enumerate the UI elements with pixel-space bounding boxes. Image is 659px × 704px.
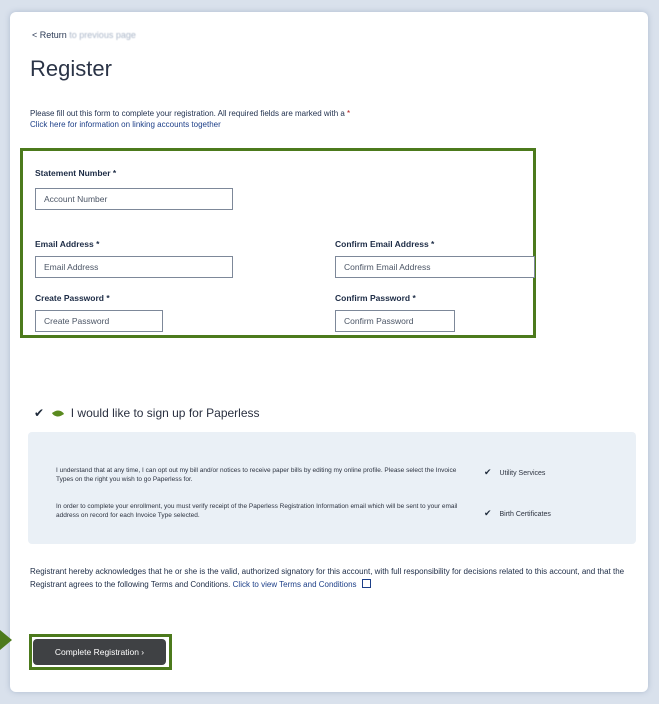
paperless-label: I would like to sign up for Paperless	[70, 406, 260, 420]
service-option-birth-certificates[interactable]: ✔ Birth Certificates	[484, 508, 551, 519]
email-label: Email Address *	[35, 239, 100, 249]
checkmark-icon: ✔	[484, 508, 492, 518]
create-password-input[interactable]: Create Password	[35, 310, 163, 332]
linking-accounts-link[interactable]: Click here for information on linking ac…	[30, 119, 350, 130]
checkmark-icon: ✔	[34, 406, 45, 420]
create-password-label: Create Password *	[35, 293, 110, 303]
complete-registration-button[interactable]: Complete Registration ›	[33, 639, 166, 665]
service-option-utility[interactable]: ✔ Utility Services	[484, 467, 545, 478]
intro-text-block: Please fill out this form to complete yo…	[30, 108, 350, 130]
required-mark: *	[347, 109, 351, 118]
registration-card: < Return to previous page Register Pleas…	[10, 12, 648, 692]
service-label: Utility Services	[499, 470, 546, 477]
opt-out-info-text: I understand that at any time, I can opt…	[56, 467, 457, 483]
return-link[interactable]: < Return to previous page	[32, 30, 136, 40]
page-title: Register	[30, 56, 112, 81]
confirm-password-input[interactable]: Confirm Password	[335, 310, 455, 332]
intro-line: Please fill out this form to complete yo…	[30, 108, 350, 119]
paperless-info-panel: I understand that at any time, I can opt…	[28, 432, 636, 544]
email-input[interactable]: Email Address	[35, 256, 233, 278]
service-label: Birth Certificates	[499, 511, 551, 518]
paperless-checkbox[interactable]: ✔ I would like to sign up for Paperless	[34, 406, 260, 420]
acknowledgement-text: Registrant hereby acknowledges that he o…	[30, 566, 630, 591]
account-form-box: Statement Number * Account Number Email …	[20, 148, 536, 338]
confirm-password-label: Confirm Password *	[335, 293, 416, 303]
return-blurred-text: to previous page	[69, 30, 136, 40]
confirm-email-label: Confirm Email Address *	[335, 239, 435, 249]
statement-number-input[interactable]: Account Number	[35, 188, 233, 210]
leaf-icon	[52, 407, 65, 420]
statement-number-label: Statement Number *	[35, 168, 117, 178]
pointer-arrow-icon	[0, 630, 12, 650]
confirm-email-input[interactable]: Confirm Email Address	[335, 256, 535, 278]
intro-sentence: Please fill out this form to complete yo…	[30, 109, 345, 118]
return-label[interactable]: < Return	[32, 30, 67, 40]
verify-info-text: In order to complete your enrollment, yo…	[56, 503, 458, 519]
checkmark-icon: ✔	[484, 467, 492, 477]
terms-link[interactable]: Click to view Terms and Conditions	[233, 580, 357, 589]
external-link-icon[interactable]	[361, 579, 371, 588]
